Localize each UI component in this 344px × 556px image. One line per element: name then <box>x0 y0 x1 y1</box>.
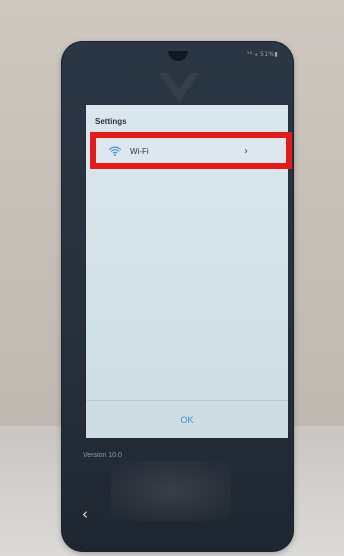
screen-glare <box>111 461 231 521</box>
settings-dialog: Settings Wi-Fi › OK <box>86 105 292 438</box>
back-button[interactable]: ‹ <box>82 507 96 522</box>
version-text: Version 10.0 <box>83 452 122 459</box>
phone-device: ⁵⁶ ⁎ 51%▮ Settings Wi-Fi › OK Version 10… <box>61 41 294 552</box>
status-bar-icons: ⁵⁶ ⁎ 51%▮ <box>247 51 278 58</box>
dim-logo-mark <box>159 73 199 103</box>
camera-notch <box>168 51 188 61</box>
ok-button[interactable]: OK <box>86 401 288 438</box>
dialog-title: Settings <box>95 117 127 126</box>
selection-highlight <box>90 132 292 169</box>
photo-scene: ⁵⁶ ⁎ 51%▮ Settings Wi-Fi › OK Version 10… <box>0 0 344 556</box>
